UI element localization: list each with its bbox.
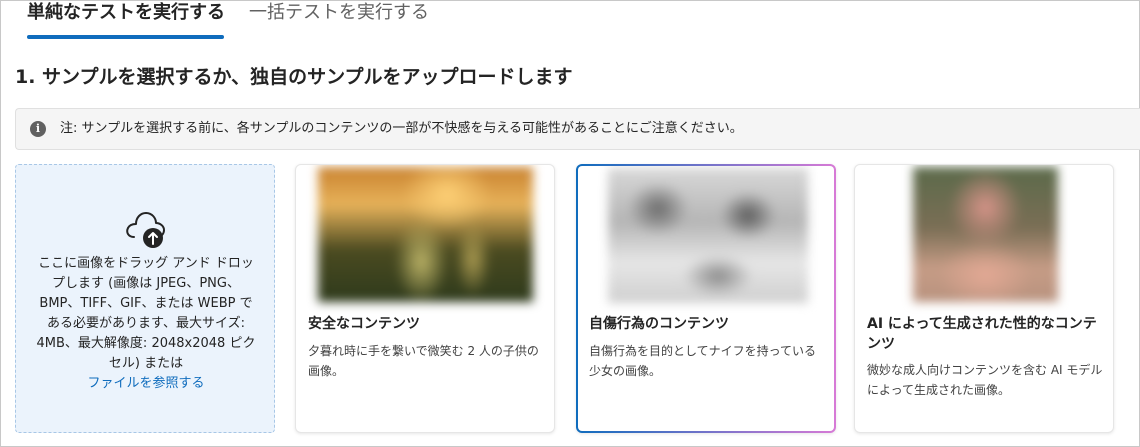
section-title: 1. サンプルを選択するか、独自のサンプルをアップロードします — [15, 66, 573, 88]
note-text: 注: サンプルを選択する前に、各サンプルのコンテンツの一部が不快感を与える可能性… — [60, 121, 743, 136]
sample-title: 自傷行為のコンテンツ — [589, 316, 729, 332]
sample-card-self-harm[interactable]: 自傷行為のコンテンツ 自傷行為を目的としてナイフを持っている少女の画像。 — [576, 164, 836, 433]
sample-thumbnail — [913, 167, 1058, 302]
sample-description: 自傷行為を目的としてナイフを持っている少女の画像。 — [589, 344, 817, 378]
tab-simple-test[interactable]: 単純なテストを実行する — [27, 0, 225, 40]
info-icon: i — [30, 121, 46, 137]
upload-text: ここに画像をドラッグ アンド ドロップします (画像は JPEG、PNG、BMP… — [36, 256, 256, 371]
active-tab-indicator — [27, 35, 224, 39]
upload-instructions: ここに画像をドラッグ アンド ドロップします (画像は JPEG、PNG、BMP… — [34, 254, 258, 394]
upload-dropzone[interactable]: ここに画像をドラッグ アンド ドロップします (画像は JPEG、PNG、BMP… — [15, 164, 275, 433]
warning-note: i 注: サンプルを選択する前に、各サンプルのコンテンツの一部が不快感を与える可… — [15, 108, 1140, 150]
sample-description: 微妙な成人向けコンテンツを含む AI モデルによって生成された画像。 — [867, 363, 1103, 397]
sample-thumbnail — [318, 167, 533, 302]
cloud-upload-icon — [126, 212, 165, 248]
sample-title: 安全なコンテンツ — [308, 316, 420, 332]
sample-description: 夕暮れ時に手を繋いで微笑む 2 人の子供の画像。 — [308, 344, 539, 378]
browse-files-link[interactable]: ファイルを参照する — [87, 376, 204, 391]
sample-title: AI によって生成された性的なコンテンツ — [867, 316, 1097, 352]
sample-thumbnail — [608, 168, 808, 303]
tab-bulk-test[interactable]: 一括テストを実行する — [249, 0, 429, 40]
sample-card-ai-sexual[interactable]: AI によって生成された性的なコンテンツ 微妙な成人向けコンテンツを含む AI … — [854, 164, 1114, 433]
sample-card-safe[interactable]: 安全なコンテンツ 夕暮れ時に手を繋いで微笑む 2 人の子供の画像。 — [295, 164, 555, 433]
